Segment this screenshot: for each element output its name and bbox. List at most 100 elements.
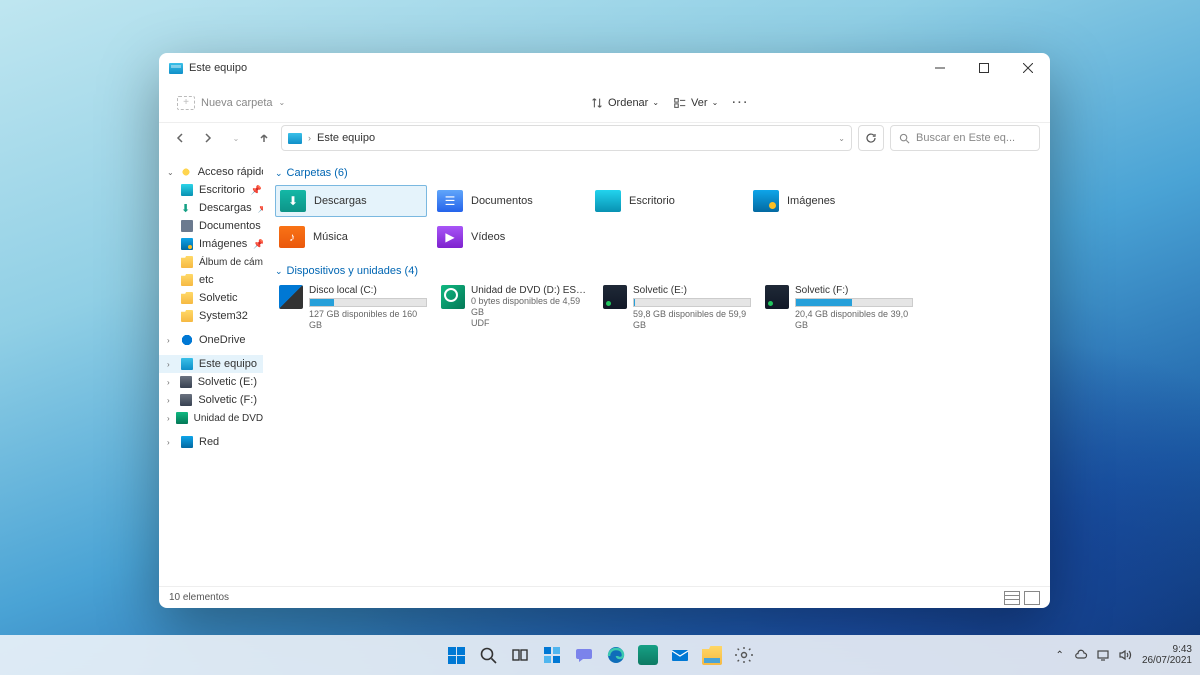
drive-e[interactable]: Solvetic (E:) 59,8 GB disponibles de 59,… [599,283,755,333]
toolbar: + Nueva carpeta ⌄ Ordenar⌄ Ver⌄ ··· [159,83,1050,123]
pin-icon: 📌 [251,185,262,196]
network-icon[interactable] [1096,648,1110,662]
drive-icon [279,285,303,309]
drive-icon [603,285,627,309]
taskbar-mail[interactable] [667,642,693,668]
search-icon [899,133,910,144]
sidebar-quick-access[interactable]: ⌄Acceso rápido [159,163,263,181]
music-icon: ♪ [279,226,305,248]
cloud-icon [181,334,193,346]
download-icon: ⬇ [181,202,193,214]
view-tiles-button[interactable] [1024,591,1040,605]
titlebar[interactable]: Este equipo [159,53,1050,83]
pc-icon [169,63,183,74]
folder-musica[interactable]: ♪Música [275,221,427,253]
sidebar-drive-f[interactable]: ›Solvetic (F:) [159,391,263,409]
taskbar[interactable]: ⌃ 9:43 26/07/2021 [0,635,1200,675]
sidebar-drive-e[interactable]: ›Solvetic (E:) [159,373,263,391]
pin-icon: 📌 [258,203,263,214]
maximize-button[interactable] [962,53,1006,83]
sidebar-onedrive[interactable]: ›OneDrive [159,331,263,349]
volume-icon[interactable] [1118,648,1132,662]
breadcrumb[interactable]: Este equipo [317,132,375,144]
sidebar-item-descargas[interactable]: ⬇Descargas📌 [159,199,263,217]
document-icon: ☰ [437,190,463,212]
sidebar-item-imagenes[interactable]: Imágenes📌 [159,235,263,253]
cloud-icon[interactable] [1074,648,1088,662]
up-button[interactable] [253,127,275,149]
address-bar[interactable]: › Este equipo ⌄ [281,125,852,151]
pin-icon: 📌 [253,239,263,250]
taskbar-explorer[interactable] [699,642,725,668]
file-explorer-window: Este equipo + Nueva carpeta ⌄ Ordenar⌄ V… [159,53,1050,608]
view-details-button[interactable] [1004,591,1020,605]
system-tray[interactable]: ⌃ 9:43 26/07/2021 [1056,644,1192,667]
navigation-row: ⌄ › Este equipo ⌄ Buscar en Este eq... [159,123,1050,157]
search-input[interactable]: Buscar en Este eq... [890,125,1040,151]
window-title: Este equipo [189,62,247,74]
clock[interactable]: 9:43 26/07/2021 [1142,644,1192,667]
content-pane: ⌄Carpetas (6) ⬇Descargas ☰Documentos Esc… [263,157,1050,586]
folder-imagenes[interactable]: Imágenes [749,185,901,217]
pc-icon [181,358,193,370]
sidebar-item-documentos[interactable]: Documentos📌 [159,217,263,235]
drive-f[interactable]: Solvetic (F:) 20,4 GB disponibles de 39,… [761,283,917,333]
sidebar-item-solvetic[interactable]: Solvetic [159,289,263,307]
view-button[interactable]: Ver⌄ [673,96,718,110]
drive-icon [765,285,789,309]
drive-icon [180,376,192,388]
start-button[interactable] [443,642,469,668]
group-header-devices[interactable]: ⌄Dispositivos y unidades (4) [275,261,1038,283]
star-icon [180,166,192,178]
drive-icon [180,394,192,406]
folder-documentos[interactable]: ☰Documentos [433,185,585,217]
statusbar: 10 elementos [159,586,1050,608]
back-button[interactable] [169,127,191,149]
sidebar-item-system32[interactable]: System32 [159,307,263,325]
dvd-icon [176,412,188,424]
folder-icon [181,256,193,268]
folder-videos[interactable]: ▶Vídeos [433,221,585,253]
minimize-button[interactable] [918,53,962,83]
taskbar-app1[interactable] [635,642,661,668]
taskbar-edge[interactable] [603,642,629,668]
recent-button[interactable]: ⌄ [225,127,247,149]
drive-c[interactable]: Disco local (C:) 127 GB disponibles de 1… [275,283,431,333]
dvd-icon [441,285,465,309]
close-button[interactable] [1006,53,1050,83]
group-header-folders[interactable]: ⌄Carpetas (6) [275,163,1038,185]
taskbar-widgets[interactable] [539,642,565,668]
desktop-icon [595,190,621,212]
sidebar-item-escritorio[interactable]: Escritorio📌 [159,181,263,199]
forward-button[interactable] [197,127,219,149]
drive-dvd[interactable]: Unidad de DVD (D:) ESD-ISO 0 bytes dispo… [437,283,593,333]
sidebar-item-etc[interactable]: etc [159,271,263,289]
desktop-icon [181,184,193,196]
video-icon: ▶ [437,226,463,248]
taskbar-chat[interactable] [571,642,597,668]
sort-button[interactable]: Ordenar⌄ [590,96,659,110]
sidebar-network[interactable]: ›Red [159,433,263,451]
taskbar-search[interactable] [475,642,501,668]
status-count: 10 elementos [169,592,229,603]
network-icon [181,436,193,448]
document-icon [181,220,193,232]
folder-escritorio[interactable]: Escritorio [591,185,743,217]
new-folder-button[interactable]: + Nueva carpeta ⌄ [169,92,293,114]
folder-descargas[interactable]: ⬇Descargas [275,185,427,217]
images-icon [181,238,193,250]
folder-icon [181,292,193,304]
refresh-button[interactable] [858,125,884,151]
tray-chevron-icon[interactable]: ⌃ [1056,650,1064,661]
sidebar: ⌄Acceso rápido Escritorio📌 ⬇Descargas📌 D… [159,157,263,586]
sidebar-dvd[interactable]: ›Unidad de DVD (D:) [159,409,263,427]
new-folder-icon: + [177,96,195,110]
taskbar-settings[interactable] [731,642,757,668]
taskbar-taskview[interactable] [507,642,533,668]
sidebar-item-album[interactable]: Álbum de cámara [159,253,263,271]
folder-icon [181,274,193,286]
more-button[interactable]: ··· [732,97,749,109]
pc-icon [288,133,302,144]
sidebar-thispc[interactable]: ›Este equipo [159,355,263,373]
folder-icon [181,310,193,322]
